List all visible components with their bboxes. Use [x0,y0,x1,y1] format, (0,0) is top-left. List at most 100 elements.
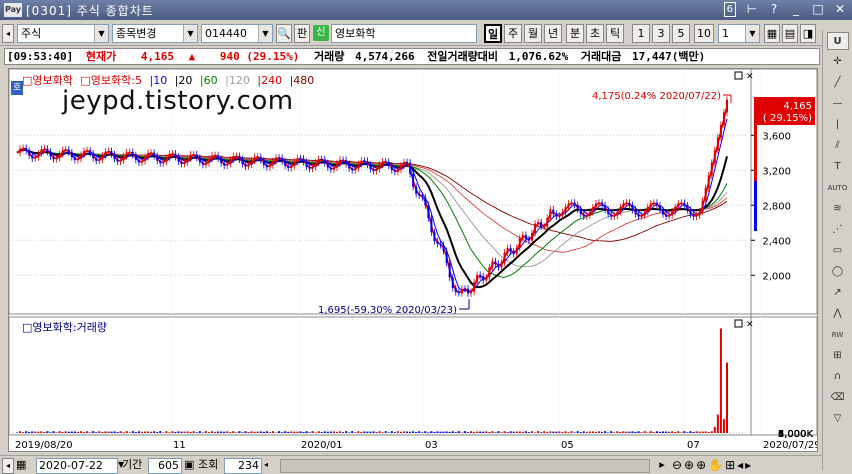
volume-bar [70,431,73,433]
volume-bar [655,431,658,433]
period-minute-button[interactable]: 분 [566,24,584,43]
volume-bar [537,431,540,433]
window-title: [0301] 주식 종합차트 [26,3,154,18]
volume-bar [326,431,329,433]
crosshair-icon[interactable]: ✛ [827,53,849,71]
gann-icon[interactable]: ⋰ [827,221,849,239]
price-tick-label: 2,000 [762,271,791,282]
candle-body [70,152,73,158]
rw-tool-button[interactable]: RW [827,326,849,344]
candle-body [530,233,533,241]
calendar-icon[interactable]: ▦ [16,458,34,474]
query-icon[interactable]: ▣ [184,458,198,474]
volume-bar [116,431,119,433]
vertical-line-icon[interactable]: | [827,116,849,134]
volume-bar [695,431,698,433]
volume-bar [530,431,533,433]
save-icon[interactable]: ▤ [782,24,798,43]
interval-3-button[interactable]: 3 [652,24,670,43]
trendline-icon[interactable]: ╱ [827,74,849,92]
period-input[interactable]: 605 [148,458,182,474]
market-select[interactable]: 주식 ▼ [17,24,109,43]
magnet-icon[interactable]: ∩ [827,368,849,386]
window-number-button[interactable]: 6 [723,2,736,17]
right-toolbar-u-button[interactable]: U [826,32,849,50]
view-stepper-icon[interactable]: ◂ [264,458,278,474]
rectangle-icon[interactable]: ▭ [827,242,849,260]
grid-icon[interactable]: ▦ [764,24,780,43]
volume-bar [585,431,588,433]
period-year-button[interactable]: 년 [544,24,562,43]
volume-bar [649,431,652,433]
toolbar-collapse-icon[interactable]: ◂ [2,24,14,43]
stock-code-input[interactable]: 014440 ▼ [201,24,273,43]
maximize-icon[interactable]: □ [812,2,824,17]
help-icon[interactable]: ? [768,2,780,17]
auto-tool-button[interactable]: AUTO [827,179,849,197]
interval-1-button[interactable]: 1 [632,24,650,43]
minimize-icon[interactable]: _ [790,2,802,17]
volume-bar [308,432,311,433]
eraser-icon[interactable]: ⌫ [827,389,849,407]
volume-pane-close-icon[interactable]: ✕ [746,320,754,330]
chart-svg[interactable]: 3,600 3,200 2,800 2,400 2,000 6,000K5,000K4,… [9,69,817,451]
volume-bar [366,431,369,433]
pane-close-icon[interactable]: ✕ [746,72,754,82]
pan-button[interactable]: 판 [294,24,310,43]
view-count-input[interactable]: 234 [224,458,262,474]
horizontal-scrollbar[interactable] [280,459,650,473]
candle-body [195,154,198,158]
volume-bar [302,431,305,433]
volume-bar [448,431,451,433]
expand-down-icon[interactable]: ▽ [827,410,849,428]
volume-bar [445,431,448,433]
volume-bar [546,431,549,433]
candle-body [329,167,332,170]
candle-body [314,162,317,167]
volume-bar [466,432,469,433]
chart-area[interactable]: 3,600 3,200 2,800 2,400 2,000 6,000K 5,000K 4,… [8,68,818,452]
fibonacci-icon[interactable]: ≋ [827,200,849,218]
volume-bar [631,431,634,433]
pushpin-icon[interactable]: ⊢ [746,2,758,17]
period-tick-button[interactable]: 틱 [606,24,624,43]
arrow-icon[interactable]: ↗ [827,284,849,302]
interval-input[interactable]: 1 ▼ [718,24,760,43]
period-second-button[interactable]: 초 [586,24,604,43]
volume-bar [698,431,701,433]
search-icon[interactable]: 🔍 [276,24,292,43]
period-day-button[interactable]: 일 [484,24,502,43]
zigzag-icon[interactable]: ⋀ [827,305,849,323]
ellipse-icon[interactable]: ◯ [827,263,849,281]
mode-select[interactable]: 종목변경 ▼ [112,24,198,43]
close-icon[interactable]: ✕ [834,2,846,17]
volume-bar [719,328,722,433]
volume-bar [375,431,378,433]
scroll-left-icon[interactable]: ◂ [2,458,14,474]
candle-body [607,209,610,215]
period-week-button[interactable]: 주 [504,24,522,43]
period-month-button[interactable]: 월 [524,24,542,43]
quote-time: [09:53:40] [7,50,74,63]
text-tool-icon[interactable]: T [827,158,849,176]
interval-10-button[interactable]: 10 [694,24,714,43]
settings-icon[interactable]: ◨ [800,24,816,43]
date-tick-label: 2020/07/29 [763,440,817,451]
volume-bar [122,432,125,433]
ruler-icon[interactable]: ⊞ [827,347,849,365]
scroll-right-icon[interactable]: ▸ [656,458,668,474]
volume-bar [561,431,564,433]
volume-pane [9,316,817,436]
interval-5-button[interactable]: 5 [672,24,690,43]
current-price-tag-value: 4,165 [783,101,812,112]
horizontal-line-icon[interactable]: — [827,95,849,113]
candle-body [98,159,101,161]
candle-body [716,137,719,151]
price-range-marker-up [754,97,757,181]
date-input[interactable]: 2020-07-22 [36,458,118,474]
channel-icon[interactable]: ⫽ [827,137,849,155]
zoom-controls[interactable]: ⊖⊕⊕✋⊞◂▸ [672,458,753,474]
candle-body [299,158,302,160]
volume-bar [204,431,207,433]
volume-bar [244,431,247,433]
